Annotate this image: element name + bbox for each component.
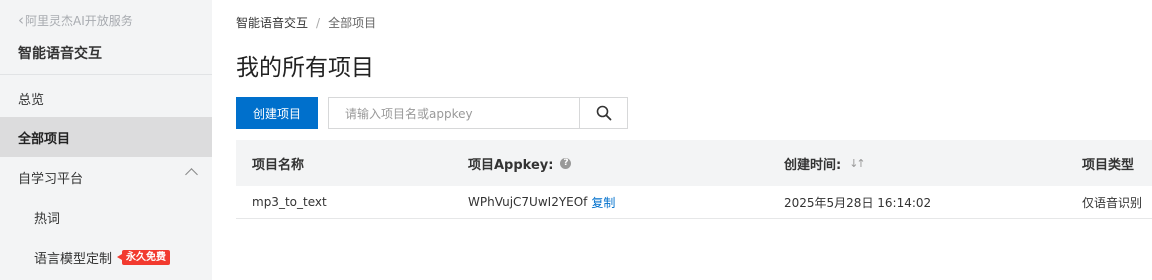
sidebar-item-label: 总览 — [18, 92, 45, 108]
free-badge: 永久免费 — [117, 249, 171, 265]
search-input[interactable]: 请输入项目名或appkey — [328, 97, 579, 129]
create-project-button[interactable]: 创建项目 — [236, 97, 318, 129]
column-header-label: 项目类型 — [1082, 157, 1135, 173]
project-created-time: 2025年5月28日 16:14:02 — [784, 195, 932, 210]
main-content: 智能语音交互 / 全部项目 我的所有项目 创建项目 请输入项目名或appkey 项目… — [236, 0, 1152, 280]
sidebar-item-hotwords[interactable]: 热词 — [0, 197, 212, 237]
page-title: 我的所有项目 — [236, 55, 374, 81]
sidebar-item-label: 自学习平台 — [18, 171, 84, 187]
sidebar-item-self-learning[interactable]: 自学习平台 — [0, 157, 212, 197]
sidebar-item-label: 语言模型定制 — [34, 251, 113, 267]
breadcrumb-separator: / — [316, 16, 321, 30]
sidebar-item-language-model[interactable]: 语言模型定制 永久免费 — [0, 237, 212, 277]
column-header-type: 项目类型 — [1082, 140, 1134, 186]
question-circle-icon[interactable]: ? — [560, 157, 572, 169]
product-title: 智能语音交互 — [18, 46, 102, 62]
column-header-created[interactable]: 创建时间: ↓↑ — [784, 140, 866, 186]
search-button[interactable] — [579, 97, 628, 129]
search-icon — [596, 105, 611, 121]
column-header-appkey: 项目Appkey: ? — [468, 140, 572, 186]
sidebar-item-label: 热词 — [34, 211, 61, 227]
breadcrumb: 智能语音交互 / 全部项目 — [236, 14, 376, 31]
back-link-label: 阿里灵杰AI开放服务 — [25, 14, 133, 28]
chevron-up-icon[interactable] — [185, 168, 198, 181]
projects-table: 项目名称 项目Appkey: ? 创建时间: ↓↑ 项目类型 mp3_to_te… — [236, 140, 1152, 219]
project-appkey: WPhVujC7UwI2YEOf — [468, 195, 588, 209]
chevron-left-icon: ‹ — [18, 11, 24, 29]
project-name: mp3_to_text — [252, 195, 327, 209]
table-row: mp3_to_text WPhVujC7UwI2YEOf 复制 2025年5月2… — [236, 186, 1152, 219]
back-link[interactable]: ‹ 阿里灵杰AI开放服务 — [18, 12, 133, 29]
table-header: 项目名称 项目Appkey: ? 创建时间: ↓↑ 项目类型 — [236, 140, 1152, 186]
sidebar: ‹ 阿里灵杰AI开放服务 智能语音交互 总览 全部项目 自学习平台 热词 语言模… — [0, 0, 212, 280]
column-header-label: 项目名称 — [252, 157, 305, 173]
column-header-name: 项目名称 — [252, 140, 304, 186]
sidebar-item-label: 全部项目 — [18, 131, 71, 147]
sidebar-item-overview[interactable]: 总览 — [0, 78, 212, 118]
search-placeholder: 请输入项目名或appkey — [345, 106, 473, 121]
sidebar-divider — [0, 74, 212, 75]
sort-icon[interactable]: ↓↑ — [849, 157, 866, 170]
copy-link[interactable]: 复制 — [591, 194, 615, 211]
sidebar-item-all-projects[interactable]: 全部项目 — [0, 117, 212, 157]
project-appkey-cell: WPhVujC7UwI2YEOf 复制 — [468, 186, 615, 218]
breadcrumb-root[interactable]: 智能语音交互 — [236, 16, 308, 30]
breadcrumb-current: 全部项目 — [328, 16, 377, 30]
column-header-label: 创建时间: — [784, 157, 842, 173]
project-type: 仅语音识别 — [1082, 195, 1143, 210]
column-header-label: 项目Appkey: — [468, 157, 554, 173]
